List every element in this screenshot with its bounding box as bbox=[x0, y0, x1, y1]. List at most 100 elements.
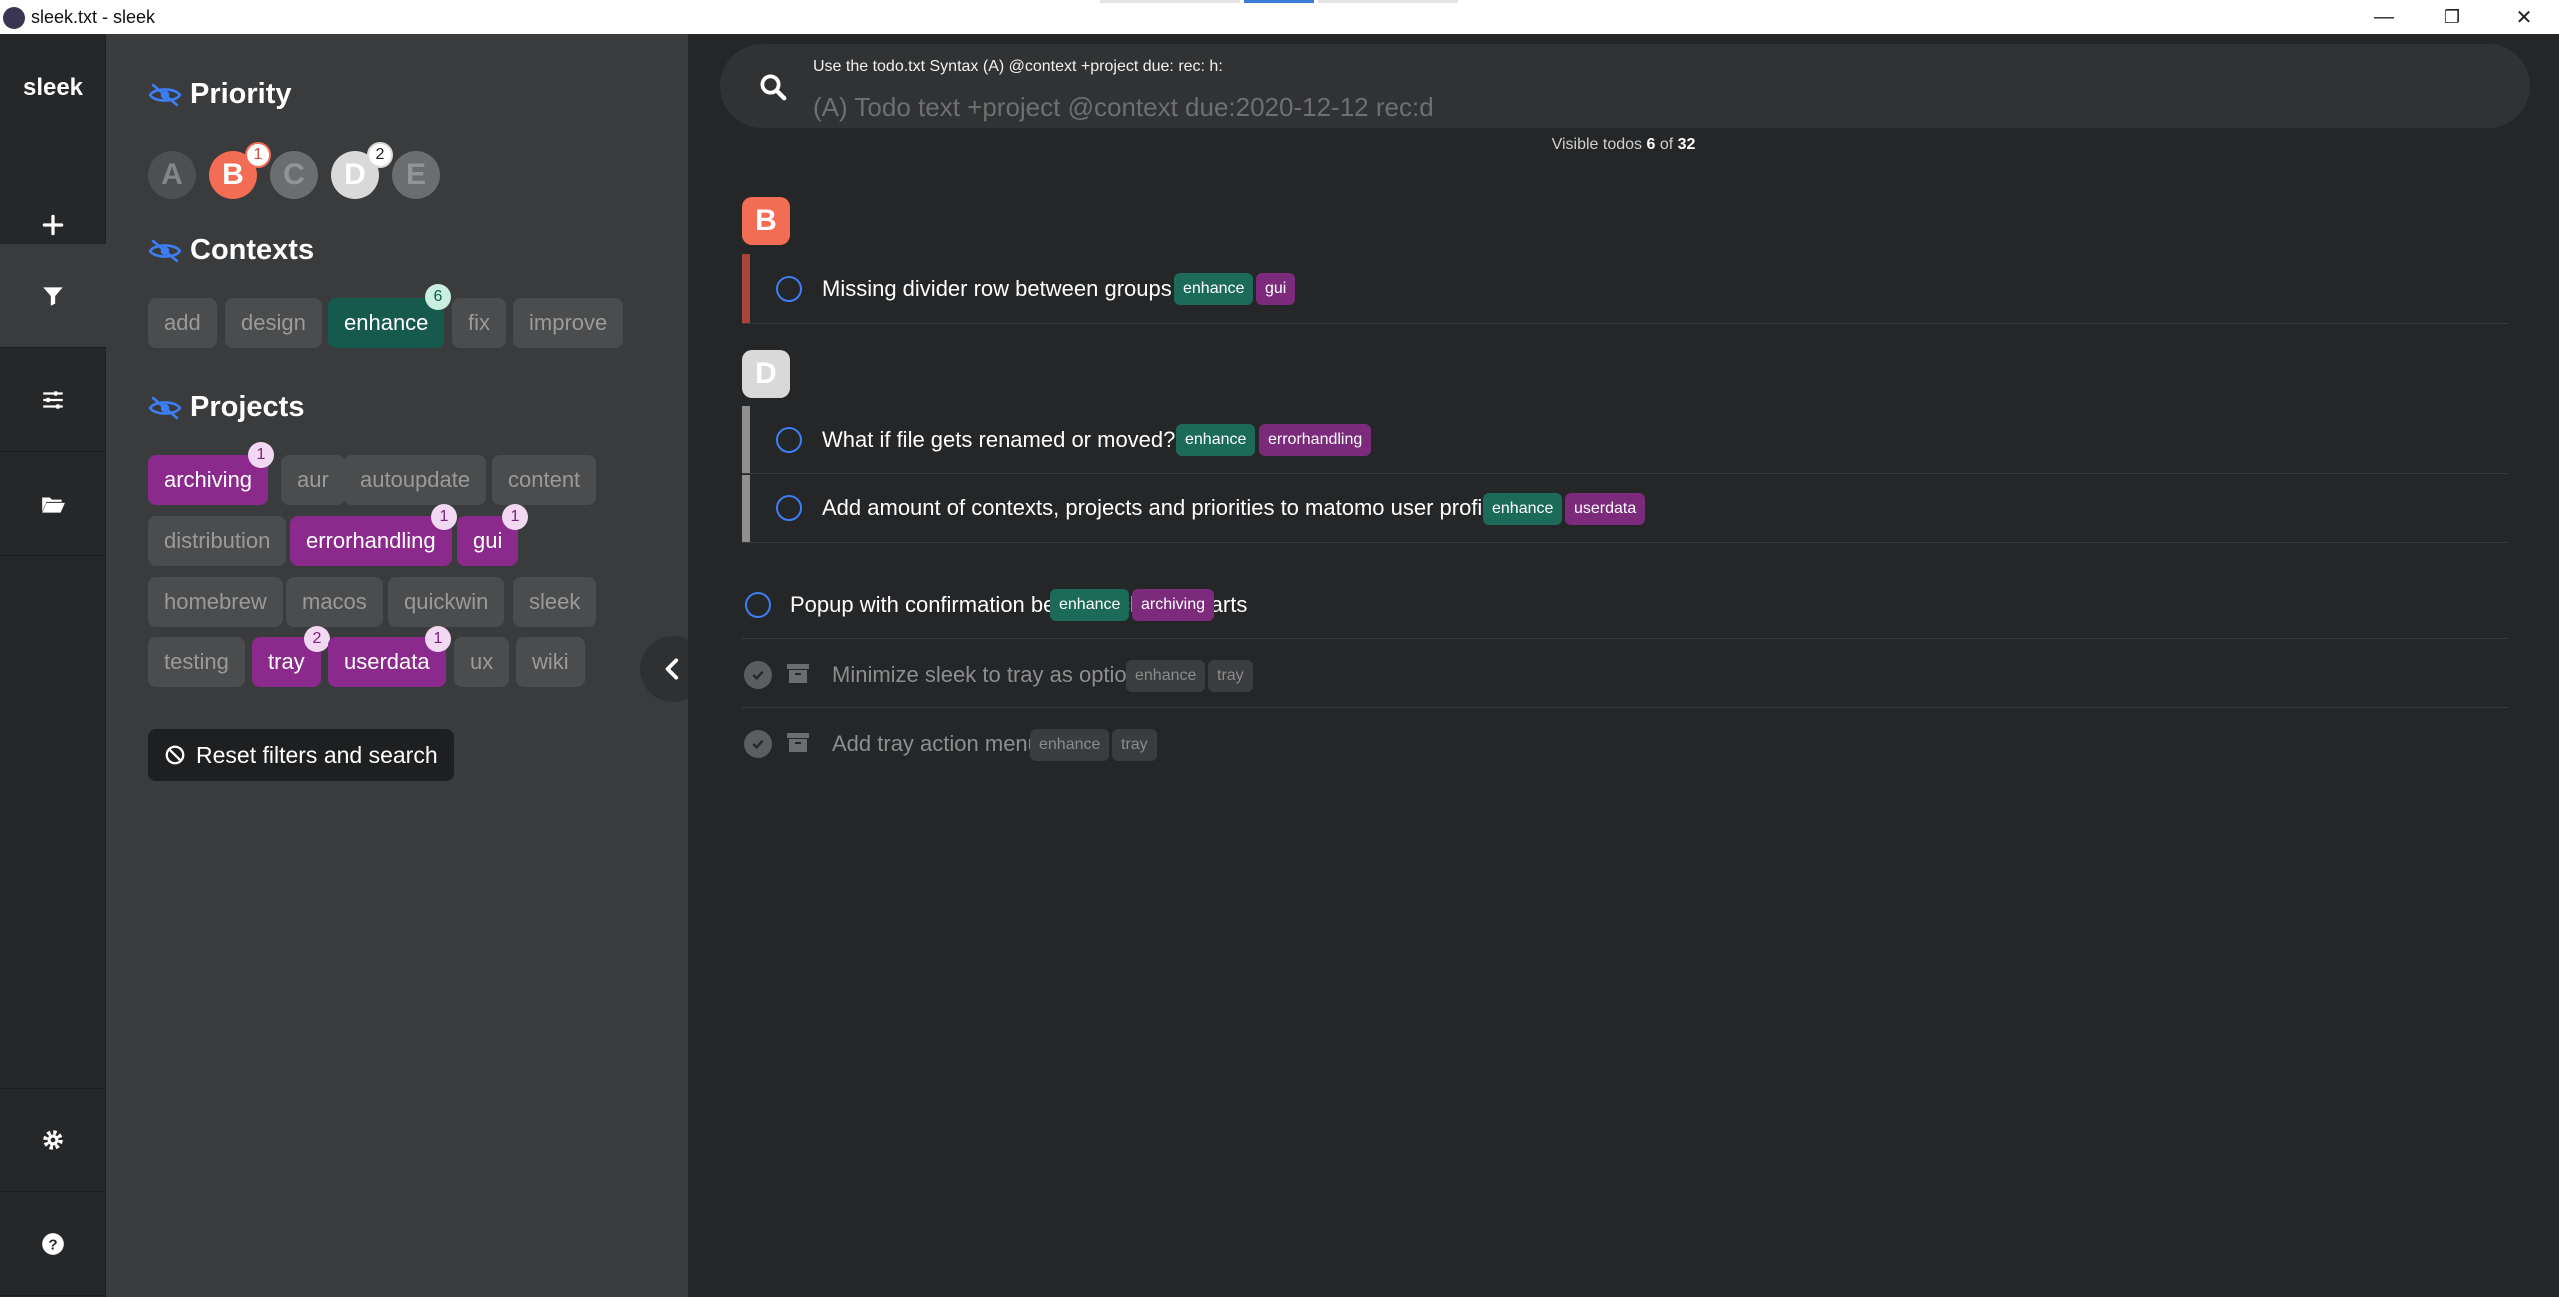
syntax-hint: Use the todo.txt Syntax (A) @context +pr… bbox=[813, 58, 1223, 75]
completed-check-icon[interactable] bbox=[744, 730, 772, 758]
minimize-button[interactable]: — bbox=[2354, 0, 2414, 34]
filter-button[interactable] bbox=[0, 244, 106, 348]
todo-row-completed[interactable]: Minimize sleek to tray as option enhance… bbox=[742, 640, 2508, 708]
tag-userdata[interactable]: userdata bbox=[1565, 493, 1646, 525]
folder-open-icon bbox=[42, 497, 65, 513]
project-userdata-count: 1 bbox=[425, 626, 451, 652]
archive-icon[interactable] bbox=[786, 731, 810, 753]
tag-archiving[interactable]: archiving bbox=[1132, 589, 1215, 621]
tag-gui[interactable]: gui bbox=[1256, 273, 1296, 305]
project-homebrew[interactable]: homebrew bbox=[148, 577, 283, 627]
priority-B-count: 1 bbox=[245, 142, 271, 168]
projects-heading: Projects bbox=[148, 391, 304, 424]
priority-C[interactable]: C bbox=[270, 151, 318, 199]
window-title: sleek.txt - sleek bbox=[31, 7, 156, 27]
settings-button[interactable] bbox=[0, 1088, 106, 1192]
priority-E[interactable]: E bbox=[392, 151, 440, 199]
priority-heading: Priority bbox=[148, 78, 292, 111]
main-navigation: sleek ? bbox=[0, 34, 106, 1297]
tag-tray[interactable]: tray bbox=[1112, 729, 1157, 761]
reset-filters-button[interactable]: Reset filters and search bbox=[148, 729, 454, 781]
project-errorhandling-count: 1 bbox=[431, 504, 457, 530]
priority-group-D: D bbox=[742, 350, 790, 398]
project-aur[interactable]: aur bbox=[281, 455, 345, 505]
contexts-heading: Contexts bbox=[148, 234, 314, 267]
context-fix[interactable]: fix bbox=[452, 298, 506, 348]
project-distribution[interactable]: distribution bbox=[148, 516, 287, 566]
gear-icon bbox=[43, 1130, 63, 1150]
sliders-icon bbox=[43, 390, 63, 409]
project-gui-count: 1 bbox=[502, 504, 528, 530]
complete-checkbox[interactable] bbox=[776, 427, 802, 453]
priority-title: Priority bbox=[190, 78, 292, 110]
tag-enhance[interactable]: enhance bbox=[1176, 424, 1256, 456]
project-testing[interactable]: testing bbox=[148, 637, 245, 687]
todo-row[interactable]: Popup with confirmation before archiving… bbox=[742, 571, 2508, 639]
priority-A[interactable]: A bbox=[148, 151, 196, 199]
title-decoration bbox=[1244, 0, 1314, 3]
priority-group-B: B bbox=[742, 197, 790, 245]
close-button[interactable]: ✕ bbox=[2494, 0, 2554, 34]
priority-D-count: 2 bbox=[367, 142, 393, 168]
question-icon: ? bbox=[42, 1232, 64, 1255]
title-decoration bbox=[1318, 0, 1458, 3]
complete-checkbox[interactable] bbox=[776, 276, 802, 302]
visible-todos-count: Visible todos 6 of 32 bbox=[1551, 136, 1696, 153]
context-improve[interactable]: improve bbox=[513, 298, 624, 348]
restore-button[interactable]: ❐ bbox=[2422, 0, 2482, 34]
project-ux[interactable]: ux bbox=[454, 637, 510, 687]
open-file-button[interactable] bbox=[0, 452, 106, 556]
tag-enhance[interactable]: enhance bbox=[1126, 660, 1206, 692]
context-add[interactable]: add bbox=[148, 298, 217, 348]
todo-row[interactable]: What if file gets renamed or moved? enha… bbox=[742, 406, 2508, 474]
tag-tray[interactable]: tray bbox=[1208, 660, 1253, 692]
filter-panel: Priority A B 1 C D 2 E Contexts add desi… bbox=[106, 34, 688, 1297]
tag-errorhandling[interactable]: errorhandling bbox=[1259, 424, 1372, 456]
title-decoration bbox=[1100, 0, 1240, 3]
todo-text: Add tray action menu bbox=[832, 731, 1040, 756]
todo-text: What if file gets renamed or moved? bbox=[822, 427, 1176, 452]
project-errorhandling[interactable]: errorhandling bbox=[290, 516, 452, 566]
eye-slash-icon[interactable] bbox=[148, 394, 182, 422]
eye-slash-icon[interactable] bbox=[148, 237, 182, 265]
add-todo-search-bar[interactable]: Use the todo.txt Syntax (A) @context +pr… bbox=[720, 44, 2530, 128]
project-sleek[interactable]: sleek bbox=[513, 577, 597, 627]
svg-text:?: ? bbox=[48, 1236, 57, 1253]
total-count: 32 bbox=[1677, 136, 1696, 153]
tag-enhance[interactable]: enhance bbox=[1030, 729, 1110, 761]
project-quickwin[interactable]: quickwin bbox=[388, 577, 505, 627]
project-wiki[interactable]: wiki bbox=[516, 637, 585, 687]
window-titlebar: sleek.txt - sleek — ❐ ✕ bbox=[0, 0, 2559, 34]
reset-filters-label: Reset filters and search bbox=[196, 741, 438, 768]
projects-title: Projects bbox=[190, 391, 305, 423]
project-macos[interactable]: macos bbox=[286, 577, 383, 627]
complete-checkbox[interactable] bbox=[745, 592, 771, 618]
app-icon bbox=[3, 7, 25, 29]
archive-icon[interactable] bbox=[786, 662, 810, 684]
tag-enhance[interactable]: enhance bbox=[1483, 493, 1563, 525]
complete-checkbox[interactable] bbox=[776, 495, 802, 521]
tag-enhance[interactable]: enhance bbox=[1050, 589, 1130, 621]
todo-text: Missing divider row between groups bbox=[822, 276, 1172, 301]
eye-slash-icon[interactable] bbox=[148, 81, 182, 109]
tag-enhance[interactable]: enhance bbox=[1174, 273, 1254, 305]
completed-check-icon[interactable] bbox=[744, 661, 772, 689]
search-icon bbox=[760, 74, 787, 101]
plus-icon bbox=[42, 214, 64, 235]
project-autoupdate[interactable]: autoupdate bbox=[344, 455, 487, 505]
help-button[interactable]: ? bbox=[0, 1192, 106, 1296]
project-content[interactable]: content bbox=[492, 455, 597, 505]
todo-row-completed[interactable]: Add tray action menu enhance tray bbox=[742, 709, 2508, 777]
todo-input[interactable]: (A) Todo text +project @context due:2020… bbox=[813, 92, 1434, 123]
project-tray-count: 2 bbox=[304, 626, 330, 652]
context-design[interactable]: design bbox=[225, 298, 322, 348]
todo-list-area: Use the todo.txt Syntax (A) @context +pr… bbox=[688, 34, 2559, 1297]
contexts-title: Contexts bbox=[190, 234, 315, 266]
context-enhance[interactable]: enhance bbox=[328, 298, 445, 348]
filter-icon bbox=[43, 286, 63, 306]
view-settings-button[interactable] bbox=[0, 348, 106, 452]
todo-row[interactable]: Add amount of contexts, projects and pri… bbox=[742, 475, 2508, 543]
todo-text: Add amount of contexts, projects and pri… bbox=[822, 495, 1500, 520]
ban-icon bbox=[165, 745, 185, 765]
todo-row[interactable]: Missing divider row between groups enhan… bbox=[742, 254, 2508, 324]
